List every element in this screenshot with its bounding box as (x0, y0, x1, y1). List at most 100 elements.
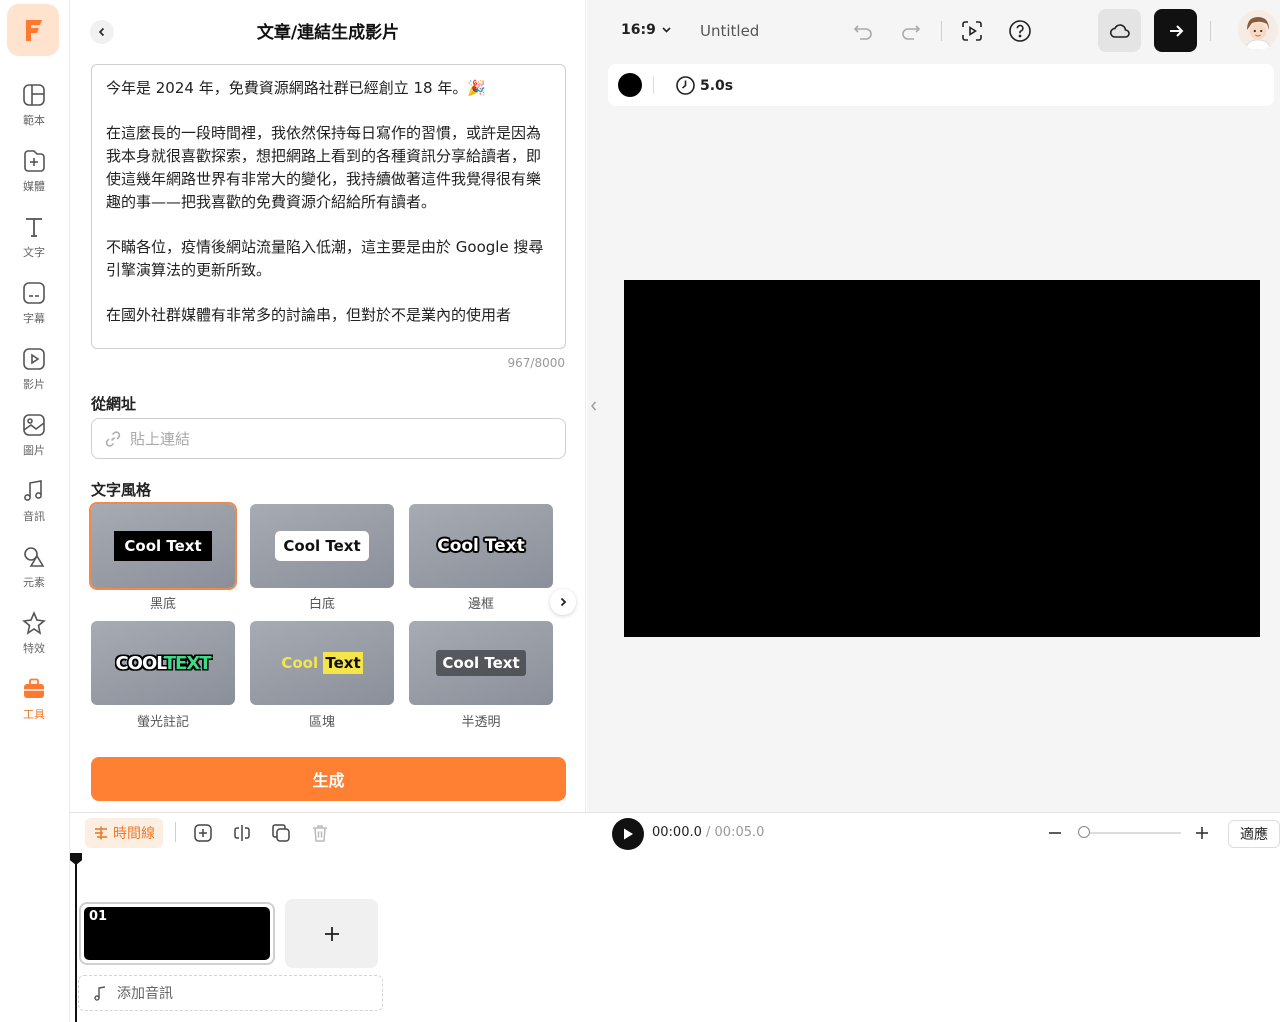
total-time: / 00:05.0 (706, 825, 765, 840)
rail-item-media[interactable]: 媒體 (0, 148, 68, 208)
article-textarea[interactable]: 今年是 2024 年，免費資源網路社群已經創立 18 年。🎉 在這麼長的一段時間… (91, 64, 566, 349)
style-sample: Cool Text (436, 650, 526, 676)
effects-icon (22, 610, 46, 635)
document-title[interactable]: Untitled (700, 22, 759, 40)
play-button[interactable] (612, 818, 644, 850)
split-button[interactable] (230, 821, 254, 845)
zoom-out-button[interactable] (1043, 821, 1067, 845)
video-canvas[interactable] (624, 280, 1260, 637)
rail-item-tools[interactable]: 工具 (0, 676, 68, 736)
background-color-swatch[interactable] (618, 73, 642, 97)
arrow-right-icon (1169, 24, 1183, 37)
article-paragraph: 今年是 2024 年，免費資源網路社群已經創立 18 年。🎉 (106, 79, 487, 97)
app-logo[interactable] (7, 4, 59, 56)
rail-label: 特效 (23, 642, 45, 655)
style-card-translucent[interactable]: Cool Text (409, 621, 553, 705)
add-scene-button[interactable] (191, 821, 215, 845)
rail-item-templates[interactable]: 範本 (0, 82, 68, 142)
article-paragraph: 在這麼長的一段時間裡，我依然保持每日寫作的習慣，或許是因為我本身就很喜歡探索，想… (106, 124, 542, 211)
style-card-block[interactable]: Cool Text (250, 621, 394, 705)
style-sample-part: TEXT (163, 652, 212, 674)
split-icon (234, 825, 250, 841)
style-name: 半透明 (461, 715, 501, 730)
style-card-highlight[interactable]: COOLTEXT (91, 621, 235, 705)
playhead[interactable] (75, 857, 77, 1022)
delete-button[interactable] (308, 821, 332, 845)
add-audio-track[interactable]: 添加音訊 (78, 975, 383, 1011)
rail-item-effects[interactable]: 特效 (0, 610, 68, 670)
undo-button[interactable] (848, 16, 878, 46)
aspect-ratio-value: 16:9 (621, 22, 656, 38)
timeline-icon (95, 826, 107, 840)
minus-icon (1049, 832, 1061, 834)
timeline-tab[interactable]: 時間線 (85, 818, 163, 848)
style-card-outline[interactable]: Cool Text (409, 504, 553, 588)
fit-button[interactable]: 適應 (1228, 820, 1280, 848)
article-paragraph: 在國外社群媒體有非常多的討論串，但對於不是業內的使用者 (106, 305, 512, 324)
chevron-left-icon (591, 401, 597, 411)
style-card-white[interactable]: Cool Text (250, 504, 394, 588)
undo-icon (853, 25, 872, 40)
export-button[interactable] (1154, 9, 1197, 52)
style-card-black[interactable]: Cool Text (89, 502, 237, 590)
zoom-slider-track[interactable] (1078, 832, 1181, 834)
redo-button[interactable] (896, 16, 926, 46)
rail-label: 字幕 (23, 312, 45, 325)
template-icon (23, 84, 45, 106)
rail-label: 文字 (23, 246, 45, 259)
property-bar: 5.0s (608, 64, 1274, 106)
panel-collapse-handle[interactable] (587, 380, 601, 432)
rail-label: 影片 (23, 378, 45, 391)
trash-icon (313, 825, 327, 842)
plus-icon (324, 926, 339, 941)
cloud-save-button[interactable] (1098, 9, 1141, 52)
add-scene-tile[interactable] (285, 899, 378, 968)
generate-button[interactable]: 生成 (91, 757, 566, 801)
style-sample: Cool Text (275, 531, 369, 561)
aspect-ratio-dropdown[interactable]: 16:9 (621, 22, 676, 38)
preview-play-icon (962, 21, 982, 41)
scene-clip[interactable]: 01 (79, 902, 275, 965)
rail-item-subtitles[interactable]: 字幕 (0, 280, 68, 340)
rail-item-images[interactable]: 圖片 (0, 412, 68, 472)
preview-button[interactable] (957, 16, 987, 46)
top-toolbar: 16:9 Untitled (587, 0, 1280, 62)
zoom-slider-handle[interactable] (1078, 826, 1090, 838)
char-counter: 967/8000 (507, 356, 566, 370)
rail-label: 媒體 (23, 180, 45, 193)
user-avatar[interactable] (1238, 10, 1278, 50)
style-name: 白底 (308, 597, 335, 612)
scene-number: 01 (89, 909, 108, 924)
duplicate-button[interactable] (269, 821, 293, 845)
rail-label: 圖片 (23, 444, 45, 457)
style-sample: Cool Text (281, 652, 363, 674)
rail-label: 工具 (23, 708, 45, 721)
zoom-in-button[interactable] (1190, 821, 1214, 845)
style-name: 黑底 (149, 597, 176, 612)
style-name: 邊框 (467, 597, 494, 612)
duration-control[interactable]: 5.0s (675, 75, 733, 96)
playhead-handle[interactable] (70, 853, 82, 865)
time-readout: 00:00.0 / 00:05.0 (652, 825, 764, 840)
rail-item-video[interactable]: 影片 (0, 346, 68, 406)
help-icon (1009, 20, 1031, 42)
style-sample-part: Cool (281, 654, 319, 672)
music-note-icon (94, 986, 106, 1001)
timeline: 時間線 00:00.0 / 00:05.0 適應 01 添加音訊 (70, 812, 1280, 1022)
url-input[interactable] (130, 429, 550, 448)
toolbox-icon (24, 678, 44, 698)
help-button[interactable] (1005, 16, 1035, 46)
url-field[interactable] (91, 418, 566, 459)
style-sample: COOLTEXT (115, 652, 212, 674)
add-audio-label: 添加音訊 (117, 986, 173, 1002)
current-time: 00:00.0 (652, 825, 702, 840)
rail-item-elements[interactable]: 元素 (0, 544, 68, 604)
divider (653, 76, 654, 94)
chevron-right-icon (560, 597, 567, 607)
add-square-icon (194, 824, 212, 842)
rail-item-audio[interactable]: 音訊 (0, 478, 68, 538)
rail-item-text[interactable]: 文字 (0, 214, 68, 274)
styles-next-button[interactable] (550, 589, 576, 615)
divider (175, 822, 176, 842)
text-icon (26, 218, 42, 237)
